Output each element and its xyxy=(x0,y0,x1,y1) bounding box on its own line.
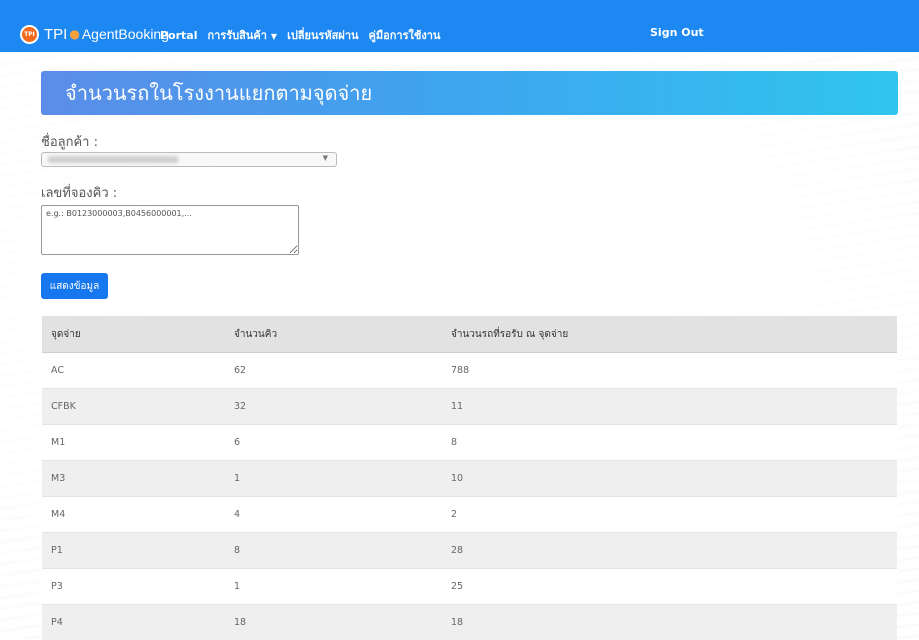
signout-link[interactable]: Sign Out xyxy=(650,26,704,39)
dispatch-table: จุดจ่าย จำนวนคิว จำนวนรถที่รอรับ ณ จุดจ่… xyxy=(42,316,897,640)
cell-dispatch-point: AC xyxy=(42,353,225,389)
table-header-row: จุดจ่าย จำนวนคิว จำนวนรถที่รอรับ ณ จุดจ่… xyxy=(42,316,897,353)
page-title: จำนวนรถในโรงงานแยกตามจุดจ่าย xyxy=(41,71,898,115)
cell-waiting-vehicles: 25 xyxy=(442,569,897,605)
cell-queue-count: 32 xyxy=(225,389,442,425)
table-row: P1828 xyxy=(42,533,897,569)
queue-number-input[interactable] xyxy=(41,205,299,255)
table-row: M442 xyxy=(42,497,897,533)
top-navbar: TPI TPI ● AgentBooking Portal การรับสินค… xyxy=(0,0,919,52)
cell-queue-count: 6 xyxy=(225,425,442,461)
table-row: P41818 xyxy=(42,605,897,640)
cell-waiting-vehicles: 788 xyxy=(442,353,897,389)
nav-receive-goods-label: การรับสินค้า xyxy=(208,29,267,42)
nav-receive-goods-dropdown[interactable]: การรับสินค้า ▼ xyxy=(208,26,278,44)
cell-waiting-vehicles: 28 xyxy=(442,533,897,569)
header-queue-count[interactable]: จำนวนคิว xyxy=(225,316,442,353)
cell-dispatch-point: CFBK xyxy=(42,389,225,425)
nav-links: Portal การรับสินค้า ▼ เปลี่ยนรหัสผ่าน คู่… xyxy=(160,26,440,44)
brand-dot-icon: ● xyxy=(69,27,79,41)
brand-name-tpi: TPI xyxy=(44,26,67,43)
brand-name-agentbooking: AgentBooking xyxy=(82,26,169,42)
table-row: CFBK3211 xyxy=(42,389,897,425)
table-row: M3110 xyxy=(42,461,897,497)
cell-dispatch-point: M4 xyxy=(42,497,225,533)
header-waiting-vehicles[interactable]: จำนวนรถที่รอรับ ณ จุดจ่าย xyxy=(442,316,897,353)
cell-waiting-vehicles: 11 xyxy=(442,389,897,425)
table-row: AC62788 xyxy=(42,353,897,389)
cell-queue-count: 8 xyxy=(225,533,442,569)
caret-down-icon: ▼ xyxy=(271,32,277,41)
customer-label: ชื่อลูกค้า : xyxy=(41,131,98,152)
tpi-logo-icon: TPI xyxy=(20,25,39,44)
cell-dispatch-point: P3 xyxy=(42,569,225,605)
nav-change-password[interactable]: เปลี่ยนรหัสผ่าน xyxy=(287,26,358,44)
cell-dispatch-point: M3 xyxy=(42,461,225,497)
cell-waiting-vehicles: 18 xyxy=(442,605,897,640)
cell-waiting-vehicles: 10 xyxy=(442,461,897,497)
table-row: M168 xyxy=(42,425,897,461)
select-caret-icon: ▼ xyxy=(323,154,328,162)
customer-select[interactable]: ▼ xyxy=(41,152,337,167)
queue-label: เลขที่จองคิว : xyxy=(41,182,117,203)
show-data-button[interactable]: แสดงข้อมูล xyxy=(41,273,108,299)
cell-dispatch-point: P4 xyxy=(42,605,225,640)
cell-dispatch-point: M1 xyxy=(42,425,225,461)
cell-waiting-vehicles: 8 xyxy=(442,425,897,461)
nav-portal[interactable]: Portal xyxy=(160,29,198,42)
header-dispatch-point[interactable]: จุดจ่าย xyxy=(42,316,225,353)
table-row: P3125 xyxy=(42,569,897,605)
cell-queue-count: 4 xyxy=(225,497,442,533)
cell-dispatch-point: P1 xyxy=(42,533,225,569)
cell-queue-count: 18 xyxy=(225,605,442,640)
cell-queue-count: 62 xyxy=(225,353,442,389)
cell-queue-count: 1 xyxy=(225,461,442,497)
main-content: จำนวนรถในโรงงานแยกตามจุดจ่าย ชื่อลูกค้า … xyxy=(0,52,919,639)
cell-waiting-vehicles: 2 xyxy=(442,497,897,533)
cell-queue-count: 1 xyxy=(225,569,442,605)
customer-select-value-redacted xyxy=(48,156,178,163)
nav-user-manual[interactable]: คู่มือการใช้งาน xyxy=(369,26,441,44)
brand-logo-link[interactable]: TPI TPI ● AgentBooking xyxy=(20,23,169,45)
